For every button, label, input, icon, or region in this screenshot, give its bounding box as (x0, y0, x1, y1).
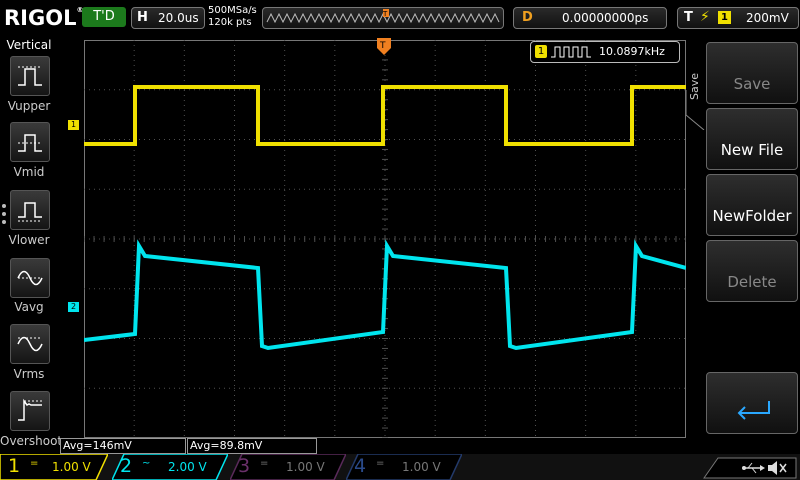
horizontal-timebase[interactable]: H 20.0us (131, 7, 205, 29)
vlower-label: Vlower (8, 233, 50, 247)
new-folder-label: NewFolder (712, 207, 792, 225)
trigger-position-marker-icon[interactable]: T (377, 38, 391, 56)
horizontal-key: H (137, 10, 148, 25)
new-folder-button[interactable]: NewFolder (706, 174, 798, 236)
ch2-waveform (84, 239, 686, 351)
frequency-value: 10.0897kHz (599, 45, 665, 58)
trigger-level-value: 200mV (746, 11, 789, 25)
pulse-icon (551, 46, 591, 58)
delete-button[interactable]: Delete (706, 240, 798, 302)
ch2-coupling-icon: ~ (142, 458, 151, 469)
ch3-number: 3 (238, 455, 251, 477)
vlower-icon (18, 202, 42, 222)
delete-label: Delete (727, 273, 777, 291)
new-file-label: New File (720, 141, 784, 159)
measurement-ch2-avg[interactable]: Avg=89.8mV (187, 438, 317, 454)
menu-title: Vertical (6, 38, 52, 52)
svg-text:T: T (382, 10, 388, 18)
vrms-label: Vrms (13, 367, 45, 381)
ch4-scale: 1.00 V (402, 460, 441, 474)
ch1-waveform (84, 85, 686, 146)
waveform-display[interactable] (84, 40, 686, 438)
ch4-coupling-icon: = (376, 458, 385, 469)
return-button[interactable] (706, 372, 798, 434)
counter-channel-badge: 1 (535, 45, 547, 58)
vmid-icon (18, 134, 42, 152)
ch1-offset-marker[interactable]: 1 (68, 120, 79, 130)
ch2-offset-marker[interactable]: 2 (68, 302, 79, 312)
delay-key: D (522, 10, 533, 25)
ch4-number: 4 (354, 455, 367, 477)
vavg-label: Vavg (14, 300, 44, 314)
brand-logo: RIGOL® (4, 6, 84, 30)
top-status-bar: RIGOL® T'D H 20.0us 500MSa/s 120k pts T … (0, 0, 800, 36)
overshoot-label: Overshoot (0, 434, 63, 448)
save-button-label: Save (733, 75, 771, 93)
channel-4-tab[interactable]: 4 = 1.00 V (346, 454, 462, 480)
memory-waveform-icon: T (266, 9, 500, 24)
channel-3-tab[interactable]: 3 = 1.00 V (230, 454, 346, 480)
vupper-button[interactable] (10, 56, 50, 96)
ch2-avg-text: Avg=89.8mV (190, 439, 263, 452)
memory-depth: 120k pts (208, 17, 252, 28)
memory-overview-bar[interactable]: T (262, 7, 504, 29)
channel-2-tab[interactable]: 2 ~ 2.00 V (112, 454, 228, 480)
delay-value: 0.00000000ps (562, 11, 649, 25)
ch1-number: 1 (8, 455, 21, 477)
trigger-source-badge: 1 (718, 11, 731, 24)
ch1-coupling-icon: = (30, 458, 39, 469)
ch3-scale: 1.00 V (286, 460, 325, 474)
ch3-coupling-icon: = (260, 458, 269, 469)
vlower-button[interactable] (10, 190, 50, 230)
trigger-status-badge: T'D (82, 7, 126, 27)
vupper-icon (18, 66, 42, 86)
sample-rate: 500MSa/s (208, 5, 257, 16)
overshoot-icon (18, 398, 42, 421)
ch2-number: 2 (120, 455, 133, 477)
vmid-button[interactable] (10, 122, 50, 162)
acquisition-info: 500MSa/s 120k pts (208, 5, 257, 29)
menu-bracket (686, 90, 705, 130)
trigger-key: T (684, 10, 693, 25)
vmid-label: Vmid (13, 165, 45, 179)
svg-text:T: T (379, 41, 386, 51)
trigger-readout[interactable]: T ⚡ 1 200mV (677, 7, 799, 29)
delay-readout[interactable]: D 0.00000000ps (513, 7, 667, 29)
menu-page-dots (2, 204, 6, 228)
overshoot-button[interactable] (10, 391, 50, 431)
ch2-scale: 2.00 V (168, 460, 207, 474)
channel-1-tab[interactable]: 1 = 1.00 V (0, 454, 108, 480)
frequency-counter: 1 10.0897kHz (530, 41, 680, 63)
new-file-button[interactable]: New File (706, 108, 798, 170)
timebase-value: 20.0us (158, 11, 199, 25)
measurement-ch1-avg[interactable]: Avg=146mV (60, 438, 186, 454)
ch1-avg-text: Avg=146mV (63, 439, 132, 452)
vupper-label: Vupper (7, 99, 51, 113)
save-button[interactable]: Save (706, 42, 798, 104)
vrms-button[interactable] (10, 324, 50, 364)
rising-edge-icon: ⚡ (700, 9, 710, 25)
vrms-icon (17, 336, 43, 352)
ch1-scale: 1.00 V (52, 460, 91, 474)
status-icons (703, 457, 797, 479)
vavg-icon (17, 270, 43, 286)
return-arrow-icon (737, 401, 770, 420)
vavg-button[interactable] (10, 258, 50, 298)
